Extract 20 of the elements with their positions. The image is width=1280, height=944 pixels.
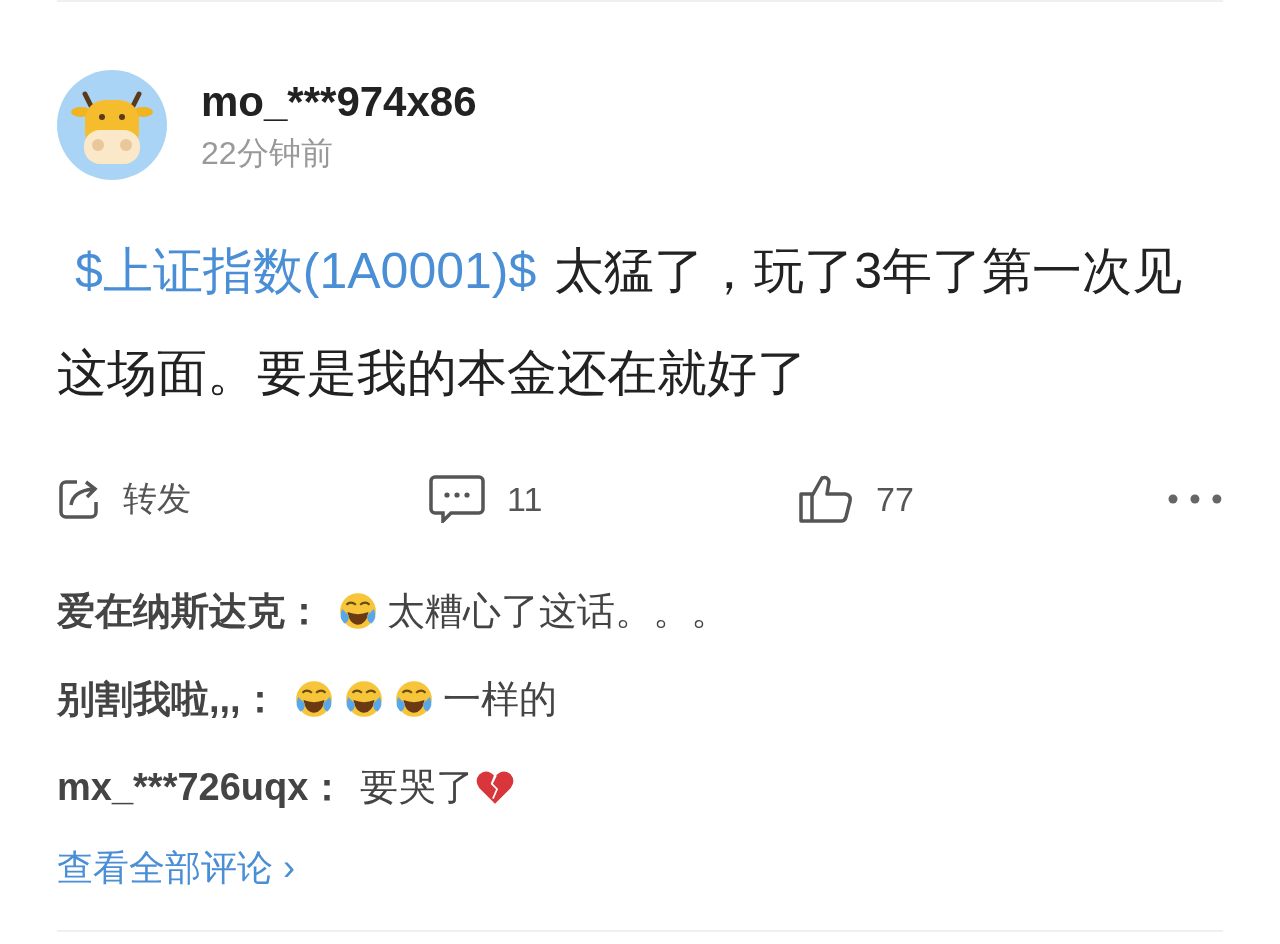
- commenter-name[interactable]: 别割我啦,,,: [57, 672, 241, 726]
- comment-icon[interactable]: [429, 475, 486, 523]
- post-time: 22分钟前: [201, 134, 334, 173]
- name-colon: ：: [308, 765, 347, 810]
- share-icon[interactable]: [57, 477, 101, 521]
- commenter-name[interactable]: mx_***726uqx: [57, 760, 309, 814]
- author-name[interactable]: mo_***974x86: [201, 77, 477, 127]
- name-colon: ：: [240, 677, 279, 722]
- post-text: $上证指数(1A0001)$ 太猛了，玩了3年了第一次见这场面。要是我的本金还在就好了: [57, 242, 1184, 403]
- comment-count: 11: [507, 479, 543, 519]
- repost-label: 转发: [123, 478, 191, 519]
- comment-text: 一样的: [442, 677, 557, 722]
- like-count: 77: [876, 479, 914, 519]
- crying-laughing-face-icon: [337, 590, 379, 632]
- comment-text: 太糟心了这话。。。: [387, 589, 729, 634]
- thumbs-up-icon[interactable]: [798, 474, 855, 524]
- more-icon[interactable]: [1167, 493, 1223, 505]
- name-colon: ：: [285, 589, 323, 634]
- commenter-name[interactable]: 爱在纳斯达克: [57, 584, 285, 638]
- comment-text: 要哭了: [360, 765, 475, 810]
